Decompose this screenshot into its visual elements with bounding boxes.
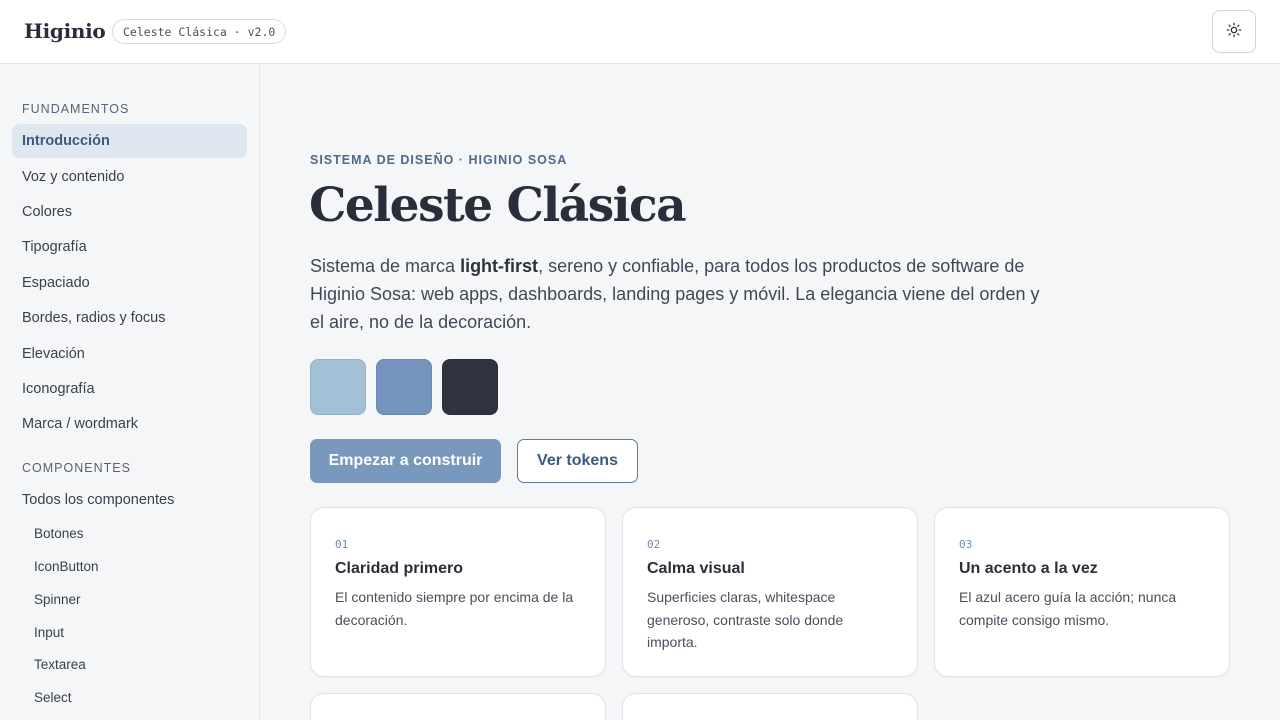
color-swatch-dark: [442, 359, 498, 415]
sidebar-item-iconografia[interactable]: Iconografía: [12, 372, 247, 406]
sidebar-item-tipografia[interactable]: Tipografía: [12, 230, 247, 264]
brand-wordmark[interactable]: Higinio: [24, 19, 106, 43]
card-title: Calma visual: [647, 560, 745, 577]
lead-text-bold: light-first: [460, 256, 539, 276]
color-swatch-light: [310, 359, 366, 415]
version-pill: Celeste Clásica · v2.0: [112, 19, 287, 44]
card-body: Superficies claras, whitespace generoso,…: [647, 589, 844, 650]
sidebar-item-bordes[interactable]: Bordes, radios y focus: [12, 301, 247, 335]
principle-card: 02 Calma visual Superficies claras, whit…: [622, 507, 918, 677]
lead-text-start: Sistema de marca: [310, 256, 461, 276]
sidebar-item-elevacion[interactable]: Elevación: [12, 337, 247, 371]
top-bar: Higinio Celeste Clásica · v2.0: [0, 0, 1280, 64]
card-number: 03: [959, 538, 973, 551]
start-building-button[interactable]: Empezar a construir: [310, 439, 501, 483]
sidebar-subitem-iconbutton[interactable]: IconButton: [24, 551, 247, 581]
sidebar-subitem-spinner[interactable]: Spinner: [24, 584, 247, 614]
sidebar-subitem-textarea[interactable]: Textarea: [24, 649, 247, 679]
sidebar-item-colores[interactable]: Colores: [12, 195, 247, 229]
sun-icon: [1226, 22, 1242, 41]
card-body: El azul acero guía la acción; nunca comp…: [959, 589, 1177, 628]
principle-card: 03 Un acento a la vez El azul acero guía…: [934, 507, 1230, 677]
sidebar-heading-fundamentos: FUNDAMENTOS: [22, 102, 130, 116]
theme-toggle-button[interactable]: [1212, 10, 1256, 53]
hero-lead: Sistema de marca light-first, sereno y c…: [310, 252, 1040, 336]
sidebar-item-espaciado[interactable]: Espaciado: [12, 266, 247, 300]
card-title: Claridad primero: [335, 560, 464, 577]
main-content: SISTEMA DE DISEÑO · HIGINIO SOSA Celeste…: [261, 64, 1280, 720]
sidebar-heading-componentes: COMPONENTES: [22, 461, 131, 475]
color-swatch-accent: [376, 359, 432, 415]
sidebar: FUNDAMENTOS Introducción Voz y contenido…: [0, 64, 260, 720]
sidebar-item-marca[interactable]: Marca / wordmark: [12, 407, 247, 441]
sidebar-item-todos-componentes[interactable]: Todos los componentes: [12, 483, 247, 517]
card-body: El contenido siempre por encima de la de…: [335, 589, 574, 628]
sidebar-item-voz-y-contenido[interactable]: Voz y contenido: [12, 160, 247, 194]
principle-card-partial: [310, 693, 606, 720]
view-tokens-button[interactable]: Ver tokens: [517, 439, 638, 483]
sidebar-subitem-select[interactable]: Select: [24, 682, 247, 712]
sidebar-subitem-input[interactable]: Input: [24, 617, 247, 647]
page-title: Celeste Clásica: [309, 178, 687, 233]
sidebar-item-introduccion[interactable]: Introducción: [12, 124, 247, 158]
principle-card: 01 Claridad primero El contenido siempre…: [310, 507, 606, 677]
card-number: 01: [335, 538, 349, 551]
card-title: Un acento a la vez: [959, 560, 1098, 577]
principle-card-partial: [622, 693, 918, 720]
sidebar-subitem-botones[interactable]: Botones: [24, 518, 247, 548]
hero-eyebrow: SISTEMA DE DISEÑO · HIGINIO SOSA: [310, 153, 568, 167]
card-number: 02: [647, 538, 661, 551]
